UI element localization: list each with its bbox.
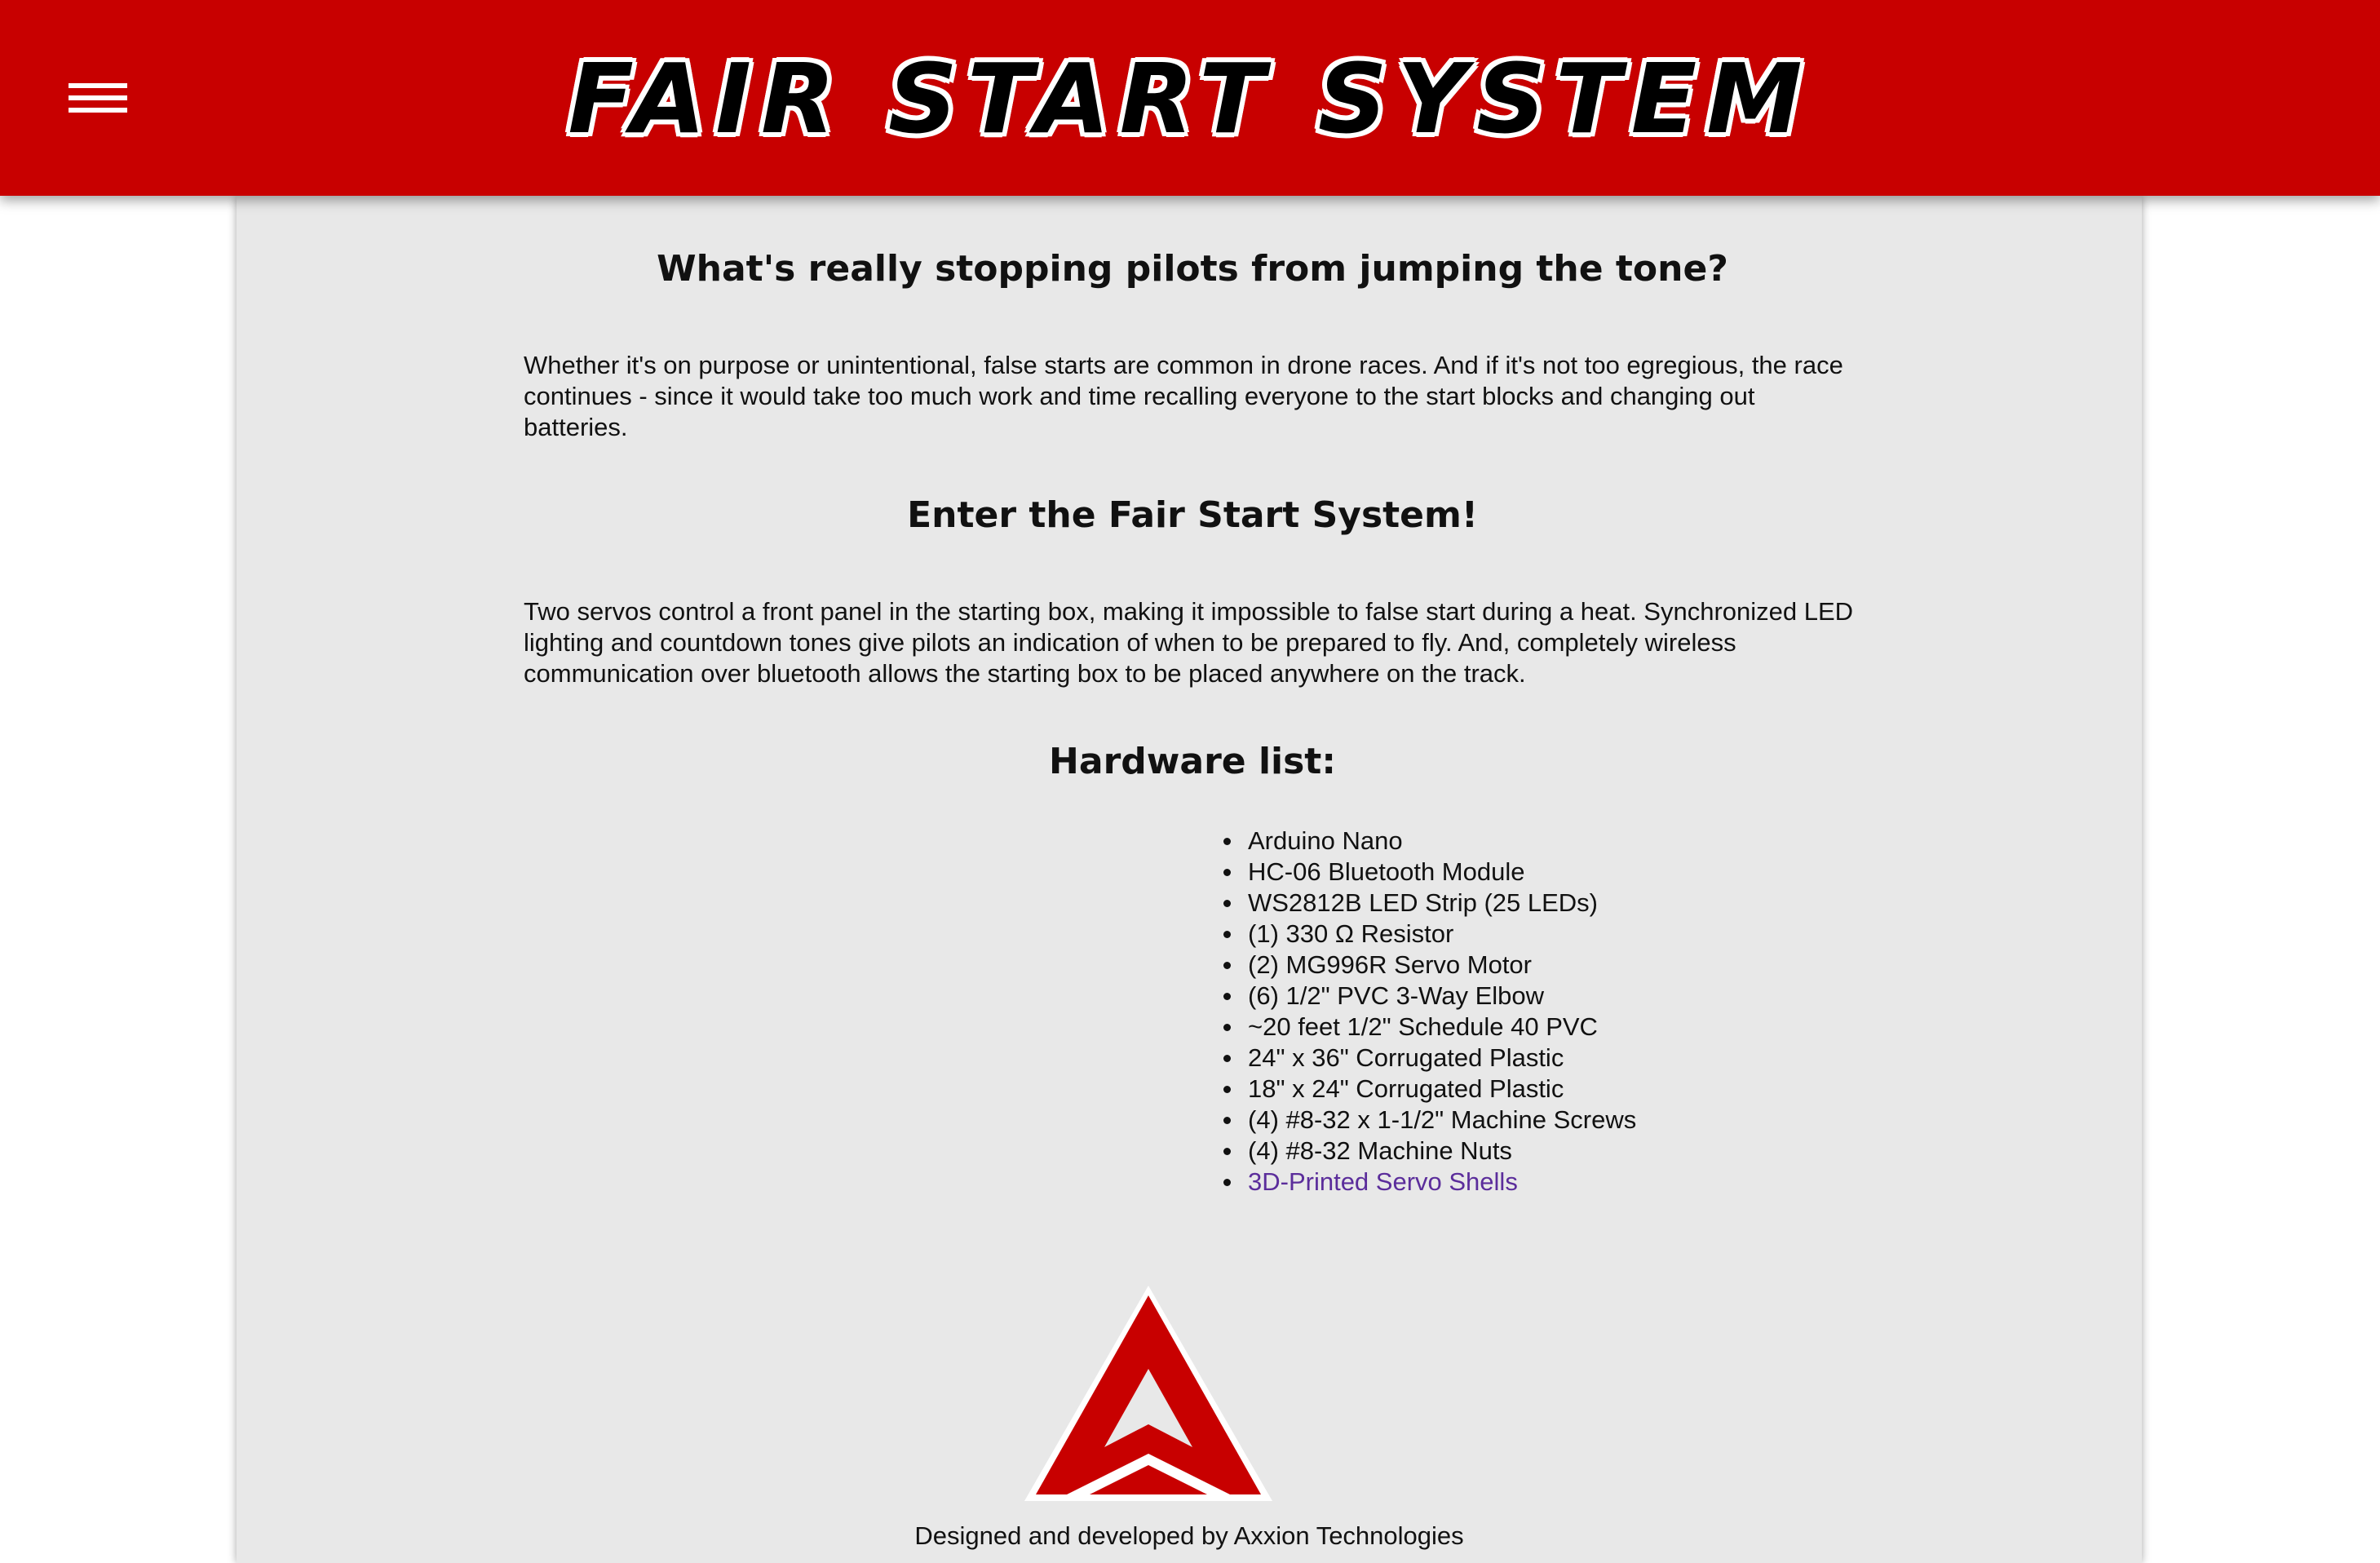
servo-shells-link[interactable]: 3D-Printed Servo Shells <box>1248 1167 1518 1196</box>
footer-credit: Designed and developed by Axxion Technol… <box>914 1521 1464 1550</box>
list-item: (1) 330 Ω Resistor <box>1223 919 1861 950</box>
site-header: FAIR START SYSTEM <box>0 0 2380 196</box>
list-item: (6) 1/2" PVC 3-Way Elbow <box>1223 981 1861 1012</box>
list-item: 24" x 36" Corrugated Plastic <box>1223 1043 1861 1074</box>
list-item: ~20 feet 1/2" Schedule 40 PVC <box>1223 1012 1861 1043</box>
site-title: FAIR START SYSTEM <box>568 42 1812 155</box>
list-item: 3D-Printed Servo Shells <box>1223 1167 1861 1198</box>
heading-jumping-tone: What's really stopping pilots from jumpi… <box>657 248 1728 290</box>
list-item: (2) MG996R Servo Motor <box>1223 950 1861 981</box>
paragraph-false-starts: Whether it's on purpose or unintentional… <box>524 351 1843 441</box>
list-item: Arduino Nano <box>1223 826 1861 857</box>
axxion-logo-icon <box>1024 1286 1272 1501</box>
heading-hardware-list: Hardware list: <box>1049 741 1336 782</box>
list-item: 18" x 24" Corrugated Plastic <box>1223 1074 1861 1105</box>
list-item: (4) #8-32 x 1-1/2" Machine Screws <box>1223 1105 1861 1136</box>
list-item: HC-06 Bluetooth Module <box>1223 857 1861 888</box>
list-item: (4) #8-32 Machine Nuts <box>1223 1136 1861 1167</box>
hardware-list: Arduino Nano HC-06 Bluetooth Module WS28… <box>524 826 1861 1198</box>
heading-enter-system: Enter the Fair Start System! <box>907 494 1478 536</box>
content-panel: What's really stopping pilots from jumpi… <box>237 196 2142 1563</box>
list-item: WS2812B LED Strip (25 LEDs) <box>1223 888 1861 919</box>
paragraph-servos: Two servos control a front panel in the … <box>524 597 1854 688</box>
